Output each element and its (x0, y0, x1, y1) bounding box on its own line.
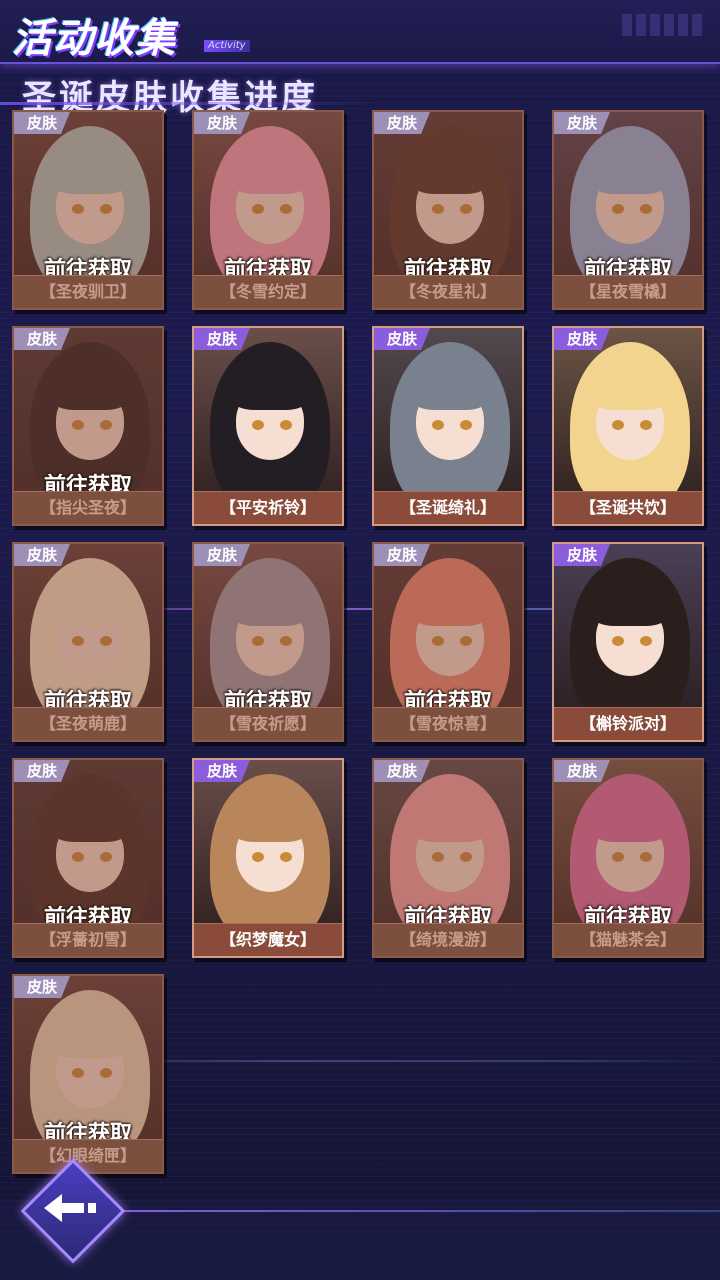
character-eye (640, 420, 652, 430)
skin-card[interactable]: 皮肤 前往获取 【雪夜惊喜】 (372, 542, 524, 742)
character-eye (612, 636, 624, 646)
character-eye (640, 636, 652, 646)
skin-tag-badge: 皮肤 (14, 760, 70, 782)
skin-tag-badge: 皮肤 (194, 760, 250, 782)
top-header: 活动收集 Activity (0, 0, 720, 64)
skin-card[interactable]: 皮肤 前往获取 【冬夜星礼】 (372, 110, 524, 310)
character-eye (280, 852, 292, 862)
skin-card[interactable]: 皮肤 【平安祈铃】 (192, 326, 344, 526)
skin-tag-badge: 皮肤 (14, 544, 70, 566)
character-fringe (230, 798, 310, 842)
skin-tag-badge: 皮肤 (374, 544, 430, 566)
skin-tag-badge: 皮肤 (374, 328, 430, 350)
back-arrow-icon (44, 1194, 96, 1222)
character-eye (460, 420, 472, 430)
page-subtitle: Activity (204, 40, 250, 52)
skin-name: 【圣诞绮礼】 (374, 491, 522, 524)
skin-name: 【绮境漫游】 (374, 923, 522, 956)
skin-tag-badge: 皮肤 (14, 328, 70, 350)
skin-name: 【指尖圣夜】 (14, 491, 162, 524)
skin-tag-badge: 皮肤 (554, 544, 610, 566)
skin-name: 【猫魅茶会】 (554, 923, 702, 956)
skin-card[interactable]: 皮肤 前往获取 【浮薔初雪】 (12, 758, 164, 958)
skin-card[interactable]: 皮肤 【织梦魔女】 (192, 758, 344, 958)
back-button[interactable] (20, 1158, 126, 1264)
skin-tag-badge: 皮肤 (374, 760, 430, 782)
skin-card[interactable]: 皮肤 前往获取 【圣夜驯卫】 (12, 110, 164, 310)
skin-name: 【圣夜驯卫】 (14, 275, 162, 308)
skin-name: 【平安祈铃】 (194, 491, 342, 524)
skin-tag-badge: 皮肤 (14, 112, 70, 134)
character-fringe (230, 366, 310, 410)
character-fringe (590, 582, 670, 626)
character-eye (280, 420, 292, 430)
character-eye (252, 852, 264, 862)
skin-tag-badge: 皮肤 (554, 328, 610, 350)
character-eye (432, 420, 444, 430)
footer-line (120, 1210, 720, 1212)
skin-card[interactable]: 皮肤 前往获取 【冬雪约定】 (192, 110, 344, 310)
skin-card[interactable]: 皮肤 前往获取 【绮境漫游】 (372, 758, 524, 958)
skin-tag-badge: 皮肤 (374, 112, 430, 134)
skin-tag-badge: 皮肤 (194, 544, 250, 566)
character-fringe (410, 366, 490, 410)
skin-name: 【织梦魔女】 (194, 923, 342, 956)
skin-name: 【冬雪约定】 (194, 275, 342, 308)
skin-name: 【圣夜萌鹿】 (14, 707, 162, 740)
character-eye (612, 420, 624, 430)
header-decoration (622, 14, 702, 36)
character-eye (252, 420, 264, 430)
page-title: 活动收集 (12, 16, 176, 62)
skin-tag-badge: 皮肤 (554, 760, 610, 782)
skin-name: 【星夜雪橇】 (554, 275, 702, 308)
skin-name: 【槲铃派对】 (554, 707, 702, 740)
skin-card[interactable]: 皮肤 前往获取 【雪夜祈愿】 (192, 542, 344, 742)
skin-card[interactable]: 皮肤 前往获取 【星夜雪橇】 (552, 110, 704, 310)
section-underline (0, 102, 380, 105)
skin-name: 【浮薔初雪】 (14, 923, 162, 956)
skin-name: 【雪夜祈愿】 (194, 707, 342, 740)
skin-card[interactable]: 皮肤 【圣诞共饮】 (552, 326, 704, 526)
character-fringe (590, 366, 670, 410)
skin-tag-badge: 皮肤 (554, 112, 610, 134)
skin-card[interactable]: 皮肤 前往获取 【幻眼绮匣】 (12, 974, 164, 1174)
skin-card[interactable]: 皮肤 【槲铃派对】 (552, 542, 704, 742)
skin-card[interactable]: 皮肤 前往获取 【指尖圣夜】 (12, 326, 164, 526)
skin-tag-badge: 皮肤 (14, 976, 70, 998)
skin-card[interactable]: 皮肤 【圣诞绮礼】 (372, 326, 524, 526)
skin-card[interactable]: 皮肤 前往获取 【圣夜萌鹿】 (12, 542, 164, 742)
skin-tag-badge: 皮肤 (194, 328, 250, 350)
skin-tag-badge: 皮肤 (194, 112, 250, 134)
skin-card[interactable]: 皮肤 前往获取 【猫魅茶会】 (552, 758, 704, 958)
skin-name: 【冬夜星礼】 (374, 275, 522, 308)
skin-name: 【雪夜惊喜】 (374, 707, 522, 740)
skin-name: 【圣诞共饮】 (554, 491, 702, 524)
